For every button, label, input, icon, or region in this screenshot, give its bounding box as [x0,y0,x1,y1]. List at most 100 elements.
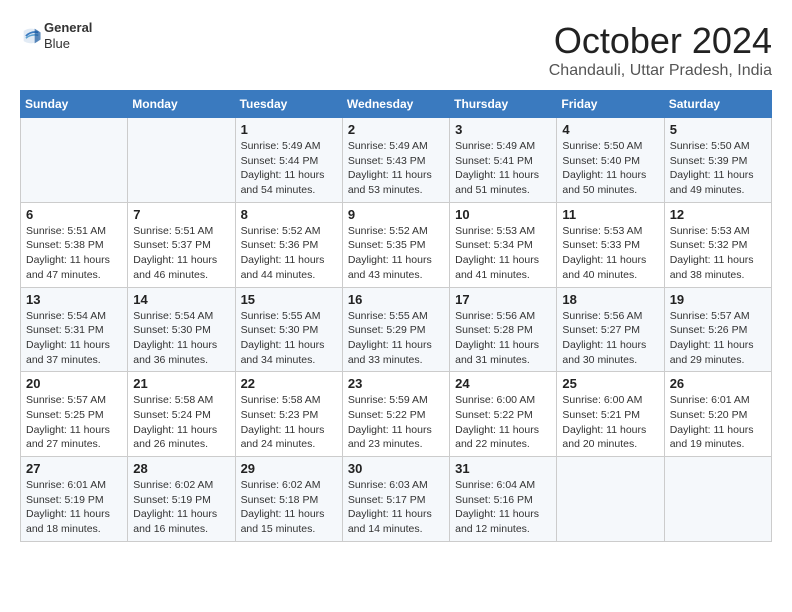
day-info: Sunrise: 5:49 AMSunset: 5:41 PMDaylight:… [455,139,551,198]
day-number: 29 [241,461,337,476]
day-info: Sunrise: 5:49 AMSunset: 5:43 PMDaylight:… [348,139,444,198]
calendar-cell: 25Sunrise: 6:00 AMSunset: 5:21 PMDayligh… [557,372,664,457]
calendar-cell: 16Sunrise: 5:55 AMSunset: 5:29 PMDayligh… [342,287,449,372]
calendar-cell: 7 Sunrise: 5:51 AMSunset: 5:37 PMDaylight… [128,202,235,287]
day-info: Sunrise: 5:51 AMSunset: 5:38 PMDaylight:… [26,224,122,283]
calendar-cell: 27 Sunrise: 6:01 AMSunset: 5:19 PMDayligh… [21,457,128,542]
title-area: October 2024 Chandauli, Uttar Pradesh, I… [549,20,772,80]
calendar-cell: 22Sunrise: 5:58 AMSunset: 5:23 PMDayligh… [235,372,342,457]
day-number: 26 [670,376,766,391]
calendar-week-4: 20 Sunrise: 5:57 AMSunset: 5:25 PMDayligh… [21,372,772,457]
logo-icon [20,25,42,47]
month-title: October 2024 [549,20,772,62]
location-title: Chandauli, Uttar Pradesh, India [549,62,772,80]
calendar-cell [664,457,771,542]
logo: General Blue [20,20,92,51]
calendar-cell [128,118,235,203]
calendar-cell: 8 Sunrise: 5:52 AMSunset: 5:36 PMDaylight… [235,202,342,287]
calendar-cell: 13 Sunrise: 5:54 AMSunset: 5:31 PMDayligh… [21,287,128,372]
calendar-cell: 4 Sunrise: 5:50 AMSunset: 5:40 PMDaylight… [557,118,664,203]
day-number: 27 [26,461,122,476]
calendar-cell: 3Sunrise: 5:49 AMSunset: 5:41 PMDaylight… [450,118,557,203]
calendar-cell: 28Sunrise: 6:02 AMSunset: 5:19 PMDayligh… [128,457,235,542]
day-info: Sunrise: 5:56 AMSunset: 5:28 PMDaylight:… [455,309,551,368]
day-header-wednesday: Wednesday [342,91,449,118]
day-number: 1 [241,122,337,137]
day-header-sunday: Sunday [21,91,128,118]
logo-text: General Blue [44,20,92,51]
day-info: Sunrise: 6:00 AMSunset: 5:22 PMDaylight:… [455,393,551,452]
day-info: Sunrise: 5:58 AMSunset: 5:24 PMDaylight:… [133,393,229,452]
day-info: Sunrise: 5:55 AMSunset: 5:30 PMDaylight:… [241,309,337,368]
day-header-monday: Monday [128,91,235,118]
day-header-thursday: Thursday [450,91,557,118]
day-info: Sunrise: 5:52 AMSunset: 5:35 PMDaylight:… [348,224,444,283]
day-info: Sunrise: 5:54 AMSunset: 5:30 PMDaylight:… [133,309,229,368]
calendar-cell: 15 Sunrise: 5:55 AMSunset: 5:30 PMDayligh… [235,287,342,372]
day-info: Sunrise: 5:52 AMSunset: 5:36 PMDaylight:… [241,224,337,283]
day-number: 11 [562,207,658,222]
day-number: 7 [133,207,229,222]
day-info: Sunrise: 5:51 AMSunset: 5:37 PMDaylight:… [133,224,229,283]
day-number: 18 [562,292,658,307]
calendar-cell: 18Sunrise: 5:56 AMSunset: 5:27 PMDayligh… [557,287,664,372]
calendar-cell: 9 Sunrise: 5:52 AMSunset: 5:35 PMDaylight… [342,202,449,287]
page-header: General Blue October 2024 Chandauli, Utt… [20,20,772,80]
day-number: 12 [670,207,766,222]
day-info: Sunrise: 6:01 AMSunset: 5:19 PMDaylight:… [26,478,122,537]
calendar-week-3: 13 Sunrise: 5:54 AMSunset: 5:31 PMDayligh… [21,287,772,372]
day-number: 23 [348,376,444,391]
day-number: 6 [26,207,122,222]
calendar-cell: 11 Sunrise: 5:53 AMSunset: 5:33 PMDayligh… [557,202,664,287]
calendar-cell: 29 Sunrise: 6:02 AMSunset: 5:18 PMDayligh… [235,457,342,542]
day-info: Sunrise: 5:53 AMSunset: 5:33 PMDaylight:… [562,224,658,283]
day-number: 28 [133,461,229,476]
day-header-tuesday: Tuesday [235,91,342,118]
day-info: Sunrise: 5:53 AMSunset: 5:34 PMDaylight:… [455,224,551,283]
calendar-cell: 26Sunrise: 6:01 AMSunset: 5:20 PMDayligh… [664,372,771,457]
day-header-saturday: Saturday [664,91,771,118]
day-number: 2 [348,122,444,137]
calendar-cell [557,457,664,542]
day-info: Sunrise: 5:54 AMSunset: 5:31 PMDaylight:… [26,309,122,368]
calendar-week-1: 1 Sunrise: 5:49 AMSunset: 5:44 PMDaylight… [21,118,772,203]
calendar-table: SundayMondayTuesdayWednesdayThursdayFrid… [20,90,772,542]
day-number: 17 [455,292,551,307]
day-number: 8 [241,207,337,222]
day-header-friday: Friday [557,91,664,118]
day-number: 4 [562,122,658,137]
day-number: 21 [133,376,229,391]
day-number: 15 [241,292,337,307]
day-info: Sunrise: 5:49 AMSunset: 5:44 PMDaylight:… [241,139,337,198]
day-info: Sunrise: 5:55 AMSunset: 5:29 PMDaylight:… [348,309,444,368]
day-info: Sunrise: 5:59 AMSunset: 5:22 PMDaylight:… [348,393,444,452]
day-number: 22 [241,376,337,391]
calendar-cell: 12 Sunrise: 5:53 AMSunset: 5:32 PMDayligh… [664,202,771,287]
calendar-cell: 20 Sunrise: 5:57 AMSunset: 5:25 PMDayligh… [21,372,128,457]
day-number: 10 [455,207,551,222]
day-info: Sunrise: 6:03 AMSunset: 5:17 PMDaylight:… [348,478,444,537]
day-number: 31 [455,461,551,476]
day-number: 5 [670,122,766,137]
day-number: 20 [26,376,122,391]
day-number: 24 [455,376,551,391]
day-number: 13 [26,292,122,307]
calendar-cell: 19 Sunrise: 5:57 AMSunset: 5:26 PMDayligh… [664,287,771,372]
day-number: 19 [670,292,766,307]
day-info: Sunrise: 6:02 AMSunset: 5:18 PMDaylight:… [241,478,337,537]
day-info: Sunrise: 6:00 AMSunset: 5:21 PMDaylight:… [562,393,658,452]
day-info: Sunrise: 5:57 AMSunset: 5:25 PMDaylight:… [26,393,122,452]
day-info: Sunrise: 5:53 AMSunset: 5:32 PMDaylight:… [670,224,766,283]
calendar-cell: 30Sunrise: 6:03 AMSunset: 5:17 PMDayligh… [342,457,449,542]
calendar-header-row: SundayMondayTuesdayWednesdayThursdayFrid… [21,91,772,118]
calendar-week-5: 27 Sunrise: 6:01 AMSunset: 5:19 PMDayligh… [21,457,772,542]
calendar-cell: 6 Sunrise: 5:51 AMSunset: 5:38 PMDaylight… [21,202,128,287]
day-info: Sunrise: 5:57 AMSunset: 5:26 PMDaylight:… [670,309,766,368]
calendar-cell: 2 Sunrise: 5:49 AMSunset: 5:43 PMDaylight… [342,118,449,203]
day-info: Sunrise: 5:50 AMSunset: 5:40 PMDaylight:… [562,139,658,198]
calendar-week-2: 6 Sunrise: 5:51 AMSunset: 5:38 PMDaylight… [21,202,772,287]
calendar-cell: 10 Sunrise: 5:53 AMSunset: 5:34 PMDayligh… [450,202,557,287]
calendar-cell: 1 Sunrise: 5:49 AMSunset: 5:44 PMDaylight… [235,118,342,203]
day-number: 9 [348,207,444,222]
calendar-cell: 31Sunrise: 6:04 AMSunset: 5:16 PMDayligh… [450,457,557,542]
